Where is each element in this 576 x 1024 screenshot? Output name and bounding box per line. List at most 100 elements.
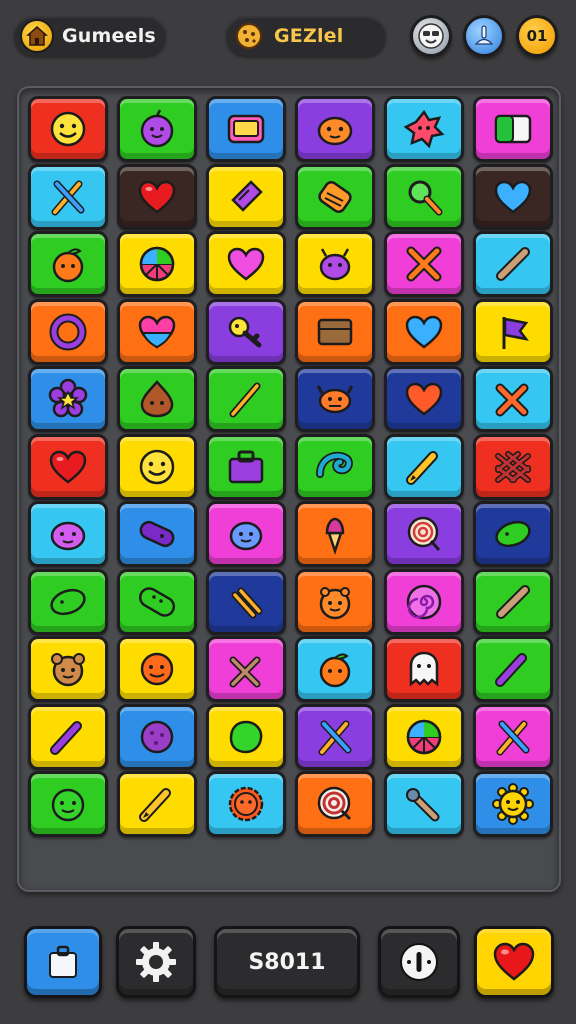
face-avatar-icon xyxy=(418,23,444,49)
level-button[interactable]: 01 xyxy=(516,15,558,57)
pickle-icon xyxy=(495,520,531,548)
tile-pencil[interactable] xyxy=(384,433,464,500)
orange-fruit-icon xyxy=(319,653,351,688)
tile-cookie[interactable] xyxy=(117,703,197,770)
tile-baton[interactable] xyxy=(473,231,553,297)
tile-crossed-tools[interactable] xyxy=(28,163,108,230)
tile-orange-heart[interactable] xyxy=(384,366,464,432)
tile-blue-heart[interactable] xyxy=(384,298,464,365)
tile-bowl-heart[interactable] xyxy=(117,298,197,365)
tile-baton[interactable] xyxy=(473,568,553,635)
tile-pencil[interactable] xyxy=(117,771,197,837)
favorite-button[interactable] xyxy=(474,926,554,998)
tile-sun-flower[interactable] xyxy=(206,771,286,837)
tile-crossed-tools[interactable] xyxy=(473,703,553,770)
clock-icon xyxy=(400,943,438,981)
tile-sun[interactable] xyxy=(473,771,553,837)
tile-creature[interactable] xyxy=(206,501,286,567)
tile-purple-pencil[interactable] xyxy=(473,636,553,702)
tile-purple-fruit[interactable] xyxy=(117,96,197,162)
tile-scroll[interactable] xyxy=(295,163,375,230)
tile-magnifier[interactable] xyxy=(384,163,464,230)
tile-swirl-wave[interactable] xyxy=(295,433,375,500)
tv-icon xyxy=(227,114,265,144)
tile-scissors[interactable] xyxy=(206,636,286,702)
tile-orange-fruit[interactable] xyxy=(295,636,375,702)
tile-flower[interactable] xyxy=(28,366,108,432)
tile-crossed-tools[interactable] xyxy=(295,703,375,770)
tile-green-face[interactable] xyxy=(28,771,108,837)
tile-pickle[interactable] xyxy=(473,501,553,567)
flag-icon xyxy=(502,316,529,349)
baton-icon xyxy=(496,247,530,281)
tile-heart[interactable] xyxy=(117,163,197,230)
tile-crab[interactable] xyxy=(295,366,375,432)
tool-button[interactable] xyxy=(463,15,505,57)
purple-pencil-icon xyxy=(495,653,527,687)
tile-orange-fruit[interactable] xyxy=(28,231,108,297)
tile-splat[interactable] xyxy=(384,96,464,162)
creature-icon xyxy=(229,521,263,551)
tile-smiley[interactable] xyxy=(28,96,108,162)
profile-button[interactable] xyxy=(410,15,452,57)
tile-lattice[interactable] xyxy=(473,433,553,500)
tile-wheel[interactable] xyxy=(384,703,464,770)
tile-blue-heart[interactable] xyxy=(473,163,553,230)
tile-ring[interactable] xyxy=(28,298,108,365)
tile-target[interactable] xyxy=(295,771,375,837)
tile-pink-heart[interactable] xyxy=(206,231,286,297)
tile-lollipop[interactable] xyxy=(384,501,464,567)
tile-orange-critter[interactable] xyxy=(295,96,375,162)
tile-ghost[interactable] xyxy=(384,636,464,702)
tile-orange-face[interactable] xyxy=(117,636,197,702)
ghost-icon xyxy=(409,651,439,687)
bowl-heart-icon xyxy=(138,315,176,349)
level-label: 01 xyxy=(526,27,548,45)
tile-capsule[interactable] xyxy=(117,501,197,567)
tile-bear[interactable] xyxy=(28,636,108,702)
tile-swirl[interactable] xyxy=(384,568,464,635)
tile-key[interactable] xyxy=(206,298,286,365)
tile-wheel[interactable] xyxy=(117,231,197,297)
smiley-icon xyxy=(50,111,86,147)
settings-button[interactable] xyxy=(116,926,196,998)
gems-pill[interactable]: GEZlel xyxy=(226,16,386,56)
bear-icon xyxy=(51,653,85,687)
tile-tv[interactable] xyxy=(206,96,286,162)
sun-icon xyxy=(492,783,534,825)
tile-cucumber[interactable] xyxy=(117,568,197,635)
tile-pig[interactable] xyxy=(28,501,108,567)
timer-button[interactable] xyxy=(378,926,460,998)
tile-bug[interactable] xyxy=(295,231,375,297)
bottom-bar: S8011 xyxy=(0,912,576,1024)
tile-hammers[interactable] xyxy=(473,366,553,432)
blue-heart-icon xyxy=(494,180,532,214)
purple-fruit-icon xyxy=(140,109,174,148)
tile-candy[interactable] xyxy=(206,163,286,230)
tile-stripes[interactable] xyxy=(206,568,286,635)
blue-heart-icon xyxy=(405,315,443,349)
tile-critter[interactable] xyxy=(295,568,375,635)
tile-cross[interactable] xyxy=(384,231,464,297)
hammers-icon xyxy=(495,383,529,417)
cookie-house-icon xyxy=(20,19,54,53)
shop-button[interactable] xyxy=(24,926,102,998)
splat-icon xyxy=(403,109,445,149)
tile-blob[interactable] xyxy=(117,366,197,432)
tile-box[interactable] xyxy=(295,298,375,365)
tile-purple-pencil[interactable] xyxy=(28,703,108,770)
tile-heart[interactable] xyxy=(28,433,108,500)
coins-pill[interactable]: Gumeels xyxy=(14,16,166,56)
tile-pickle[interactable] xyxy=(28,568,108,635)
tile-bag[interactable] xyxy=(206,433,286,500)
brush-icon xyxy=(229,382,261,418)
tile-ice-cream[interactable] xyxy=(295,501,375,567)
coins-label: Gumeels xyxy=(62,25,156,47)
tile-wrench[interactable] xyxy=(384,771,464,837)
gear-icon xyxy=(136,942,176,982)
tile-brush[interactable] xyxy=(206,366,286,432)
tile-card[interactable] xyxy=(473,96,553,162)
tile-smiley[interactable] xyxy=(117,433,197,500)
tile-green-blob[interactable] xyxy=(206,703,286,770)
tile-flag[interactable] xyxy=(473,298,553,365)
